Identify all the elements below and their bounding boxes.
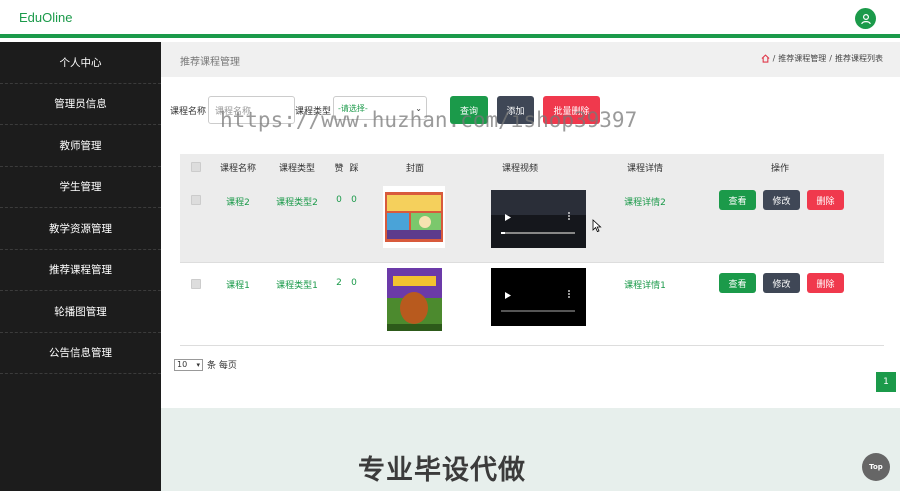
sidebar-item-student-mgmt[interactable]: 学生管理 bbox=[0, 167, 161, 208]
page-size-value: 10 bbox=[177, 360, 188, 369]
table-header: 课程名称 课程类型 赞 踩 封面 课程视频 课程详情 操作 bbox=[180, 154, 884, 178]
sidebar-item-label: 管理员信息 bbox=[54, 98, 107, 111]
course-name-label: 课程名称 bbox=[170, 107, 207, 117]
course-detail-cell: 课程详情1 bbox=[624, 281, 666, 291]
edit-button[interactable]: 修改 bbox=[763, 273, 800, 293]
row-checkbox[interactable] bbox=[191, 195, 201, 205]
promo-watermark: 专业毕设代做 bbox=[358, 455, 526, 486]
likes-cell: 2 bbox=[336, 278, 342, 288]
course-type-cell: 课程类型1 bbox=[276, 281, 318, 291]
sidebar-item-label: 推荐课程管理 bbox=[49, 264, 112, 277]
user-icon bbox=[860, 13, 871, 24]
sidebar-item-label: 教学资源管理 bbox=[49, 222, 112, 235]
course-video-player[interactable] bbox=[491, 190, 586, 248]
cover-image bbox=[383, 186, 445, 248]
sidebar-item-carousel-mgmt[interactable]: 轮播图管理 bbox=[0, 291, 161, 333]
column-header: 课程名称 bbox=[219, 164, 256, 174]
sidebar-item-resource-mgmt[interactable]: 教学资源管理 bbox=[0, 208, 161, 250]
sidebar-item-label: 个人中心 bbox=[59, 56, 102, 69]
sidebar-item-label: 公告信息管理 bbox=[49, 347, 112, 360]
page-size-select[interactable]: 10 ▾ bbox=[174, 358, 203, 371]
column-header: 课程详情 bbox=[626, 164, 663, 174]
brand-logo-text[interactable]: EduOline bbox=[19, 10, 72, 25]
footer-area: 专业毕设代做 bbox=[161, 408, 900, 491]
sidebar-item-teacher-mgmt[interactable]: 教师管理 bbox=[0, 125, 161, 167]
column-header: 踩 bbox=[349, 164, 359, 174]
breadcrumb: / 推荐课程管理 / 推荐课程列表 bbox=[761, 53, 883, 64]
top-bar: EduOline bbox=[0, 0, 900, 38]
likes-cell: 0 bbox=[336, 195, 342, 205]
sidebar: 个人中心 管理员信息 教师管理 学生管理 教学资源管理 推荐课程管理 轮播图管理… bbox=[0, 42, 161, 491]
cover-image bbox=[387, 268, 442, 331]
mouse-cursor-icon bbox=[592, 219, 602, 233]
course-name-cell: 课程2 bbox=[226, 198, 250, 208]
home-icon[interactable] bbox=[761, 54, 770, 63]
edit-button[interactable]: 修改 bbox=[763, 190, 800, 210]
sidebar-item-admin-info[interactable]: 管理员信息 bbox=[0, 84, 161, 125]
table-row: 课程2 课程类型2 0 0 课程详情2 查看 修改 删除 bbox=[180, 178, 884, 263]
page-size-control: 10 ▾ 条 每页 bbox=[174, 358, 237, 371]
delete-button[interactable]: 删除 bbox=[807, 273, 844, 293]
dislikes-cell: 0 bbox=[351, 278, 357, 288]
column-header: 操作 bbox=[770, 164, 789, 174]
table-row: 课程1 课程类型1 2 0 课程详情1 查看 修改 删除 bbox=[180, 264, 884, 346]
course-video-player[interactable] bbox=[491, 268, 586, 326]
delete-button[interactable]: 删除 bbox=[807, 190, 844, 210]
chevron-down-icon: ▾ bbox=[196, 360, 200, 369]
page-header: 推荐课程管理 / 推荐课程管理 / 推荐课程列表 bbox=[161, 42, 900, 77]
per-page-label: 条 每页 bbox=[207, 361, 237, 371]
course-detail-cell: 课程详情2 bbox=[624, 198, 666, 208]
sidebar-item-personal-center[interactable]: 个人中心 bbox=[0, 42, 161, 84]
sidebar-item-label: 教师管理 bbox=[59, 139, 102, 152]
view-button[interactable]: 查看 bbox=[719, 190, 756, 210]
user-avatar-button[interactable] bbox=[855, 8, 876, 29]
dislikes-cell: 0 bbox=[351, 195, 357, 205]
view-button[interactable]: 查看 bbox=[719, 273, 756, 293]
pagination-page-button[interactable]: 1 bbox=[876, 372, 896, 392]
column-header: 课程类型 bbox=[278, 164, 315, 174]
breadcrumb-item-current: 推荐课程列表 bbox=[835, 54, 883, 63]
sidebar-item-recommended-course-mgmt[interactable]: 推荐课程管理 bbox=[0, 250, 161, 291]
sidebar-item-notice-mgmt[interactable]: 公告信息管理 bbox=[0, 333, 161, 374]
row-checkbox[interactable] bbox=[191, 279, 201, 289]
column-header: 课程视频 bbox=[501, 164, 538, 174]
url-watermark: https://www.huzhan.com/ishop39397 bbox=[220, 108, 638, 132]
course-name-cell: 课程1 bbox=[226, 281, 250, 291]
sidebar-item-label: 轮播图管理 bbox=[54, 305, 107, 318]
column-header: 封面 bbox=[405, 164, 424, 174]
course-table: 课程名称 课程类型 赞 踩 封面 课程视频 课程详情 操作 课程2 课程类型2 … bbox=[180, 154, 884, 346]
breadcrumb-item[interactable]: 推荐课程管理 bbox=[778, 53, 826, 64]
select-all-checkbox[interactable] bbox=[191, 162, 201, 172]
page-title: 推荐课程管理 bbox=[180, 57, 240, 68]
course-type-cell: 课程类型2 bbox=[276, 198, 318, 208]
back-to-top-button[interactable]: Top bbox=[862, 453, 890, 481]
sidebar-item-label: 学生管理 bbox=[59, 181, 102, 194]
column-header: 赞 bbox=[334, 164, 344, 174]
